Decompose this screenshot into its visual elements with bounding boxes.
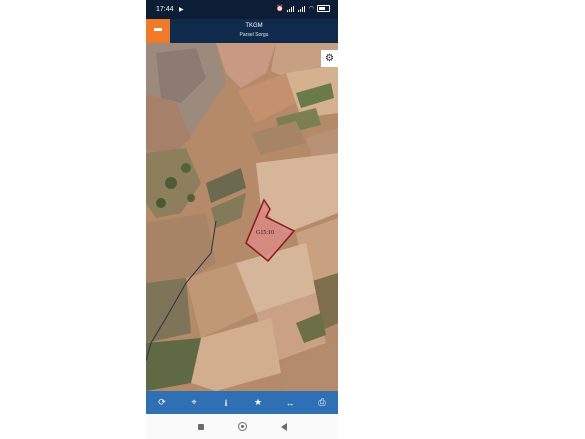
play-icon: ▶ bbox=[179, 7, 184, 13]
hamburger-menu-icon bbox=[154, 28, 162, 34]
home-button[interactable] bbox=[237, 422, 247, 431]
battery-icon bbox=[317, 5, 330, 12]
favorite-icon: ★ bbox=[253, 397, 263, 407]
app-bar: TKGM Parsel Sorgu bbox=[146, 19, 338, 43]
map-imagery bbox=[146, 43, 338, 391]
status-bar: 17:44 ▶ ⏰ ◠ bbox=[146, 0, 338, 19]
locate-icon: ⌖ bbox=[191, 397, 197, 407]
signal-icon bbox=[297, 5, 306, 12]
parcel-label: G15:10 bbox=[256, 230, 274, 236]
alarm-icon: ⏰ bbox=[276, 6, 284, 12]
measure-button[interactable]: ↔ bbox=[282, 395, 298, 411]
app-title: TKGM bbox=[245, 23, 263, 29]
status-time: 17:44 bbox=[156, 6, 174, 13]
favorite-button[interactable]: ★ bbox=[250, 395, 266, 411]
measure-icon: ↔ bbox=[285, 397, 295, 408]
recents-button[interactable] bbox=[197, 423, 204, 430]
phone-screen: 17:44 ▶ ⏰ ◠ TKGM Parsel Sorgu ⚙ G15:10 ⟳… bbox=[146, 0, 338, 439]
info-button[interactable]: i bbox=[218, 395, 234, 411]
menu-button[interactable] bbox=[146, 19, 170, 43]
satellite-map[interactable]: ⚙ G15:10 bbox=[146, 43, 338, 391]
wifi-icon: ◠ bbox=[308, 6, 314, 12]
status-icons: ⏰ ◠ bbox=[276, 5, 330, 12]
refresh-button[interactable]: ⟳ bbox=[154, 395, 170, 411]
info-icon: i bbox=[224, 397, 228, 408]
signal-icon bbox=[286, 5, 295, 12]
locate-button[interactable]: ⌖ bbox=[186, 395, 202, 411]
print-icon: ⎙ bbox=[318, 397, 326, 407]
system-nav-bar bbox=[146, 414, 338, 439]
settings-button[interactable]: ⚙ bbox=[321, 50, 338, 67]
bottom-toolbar: ⟳ ⌖ i ★ ↔ ⎙ bbox=[146, 391, 338, 414]
gear-icon: ⚙ bbox=[325, 53, 334, 64]
back-button[interactable] bbox=[280, 422, 287, 431]
print-button[interactable]: ⎙ bbox=[314, 395, 330, 411]
refresh-icon: ⟳ bbox=[158, 397, 166, 407]
app-subtitle: Parsel Sorgu bbox=[239, 32, 269, 38]
